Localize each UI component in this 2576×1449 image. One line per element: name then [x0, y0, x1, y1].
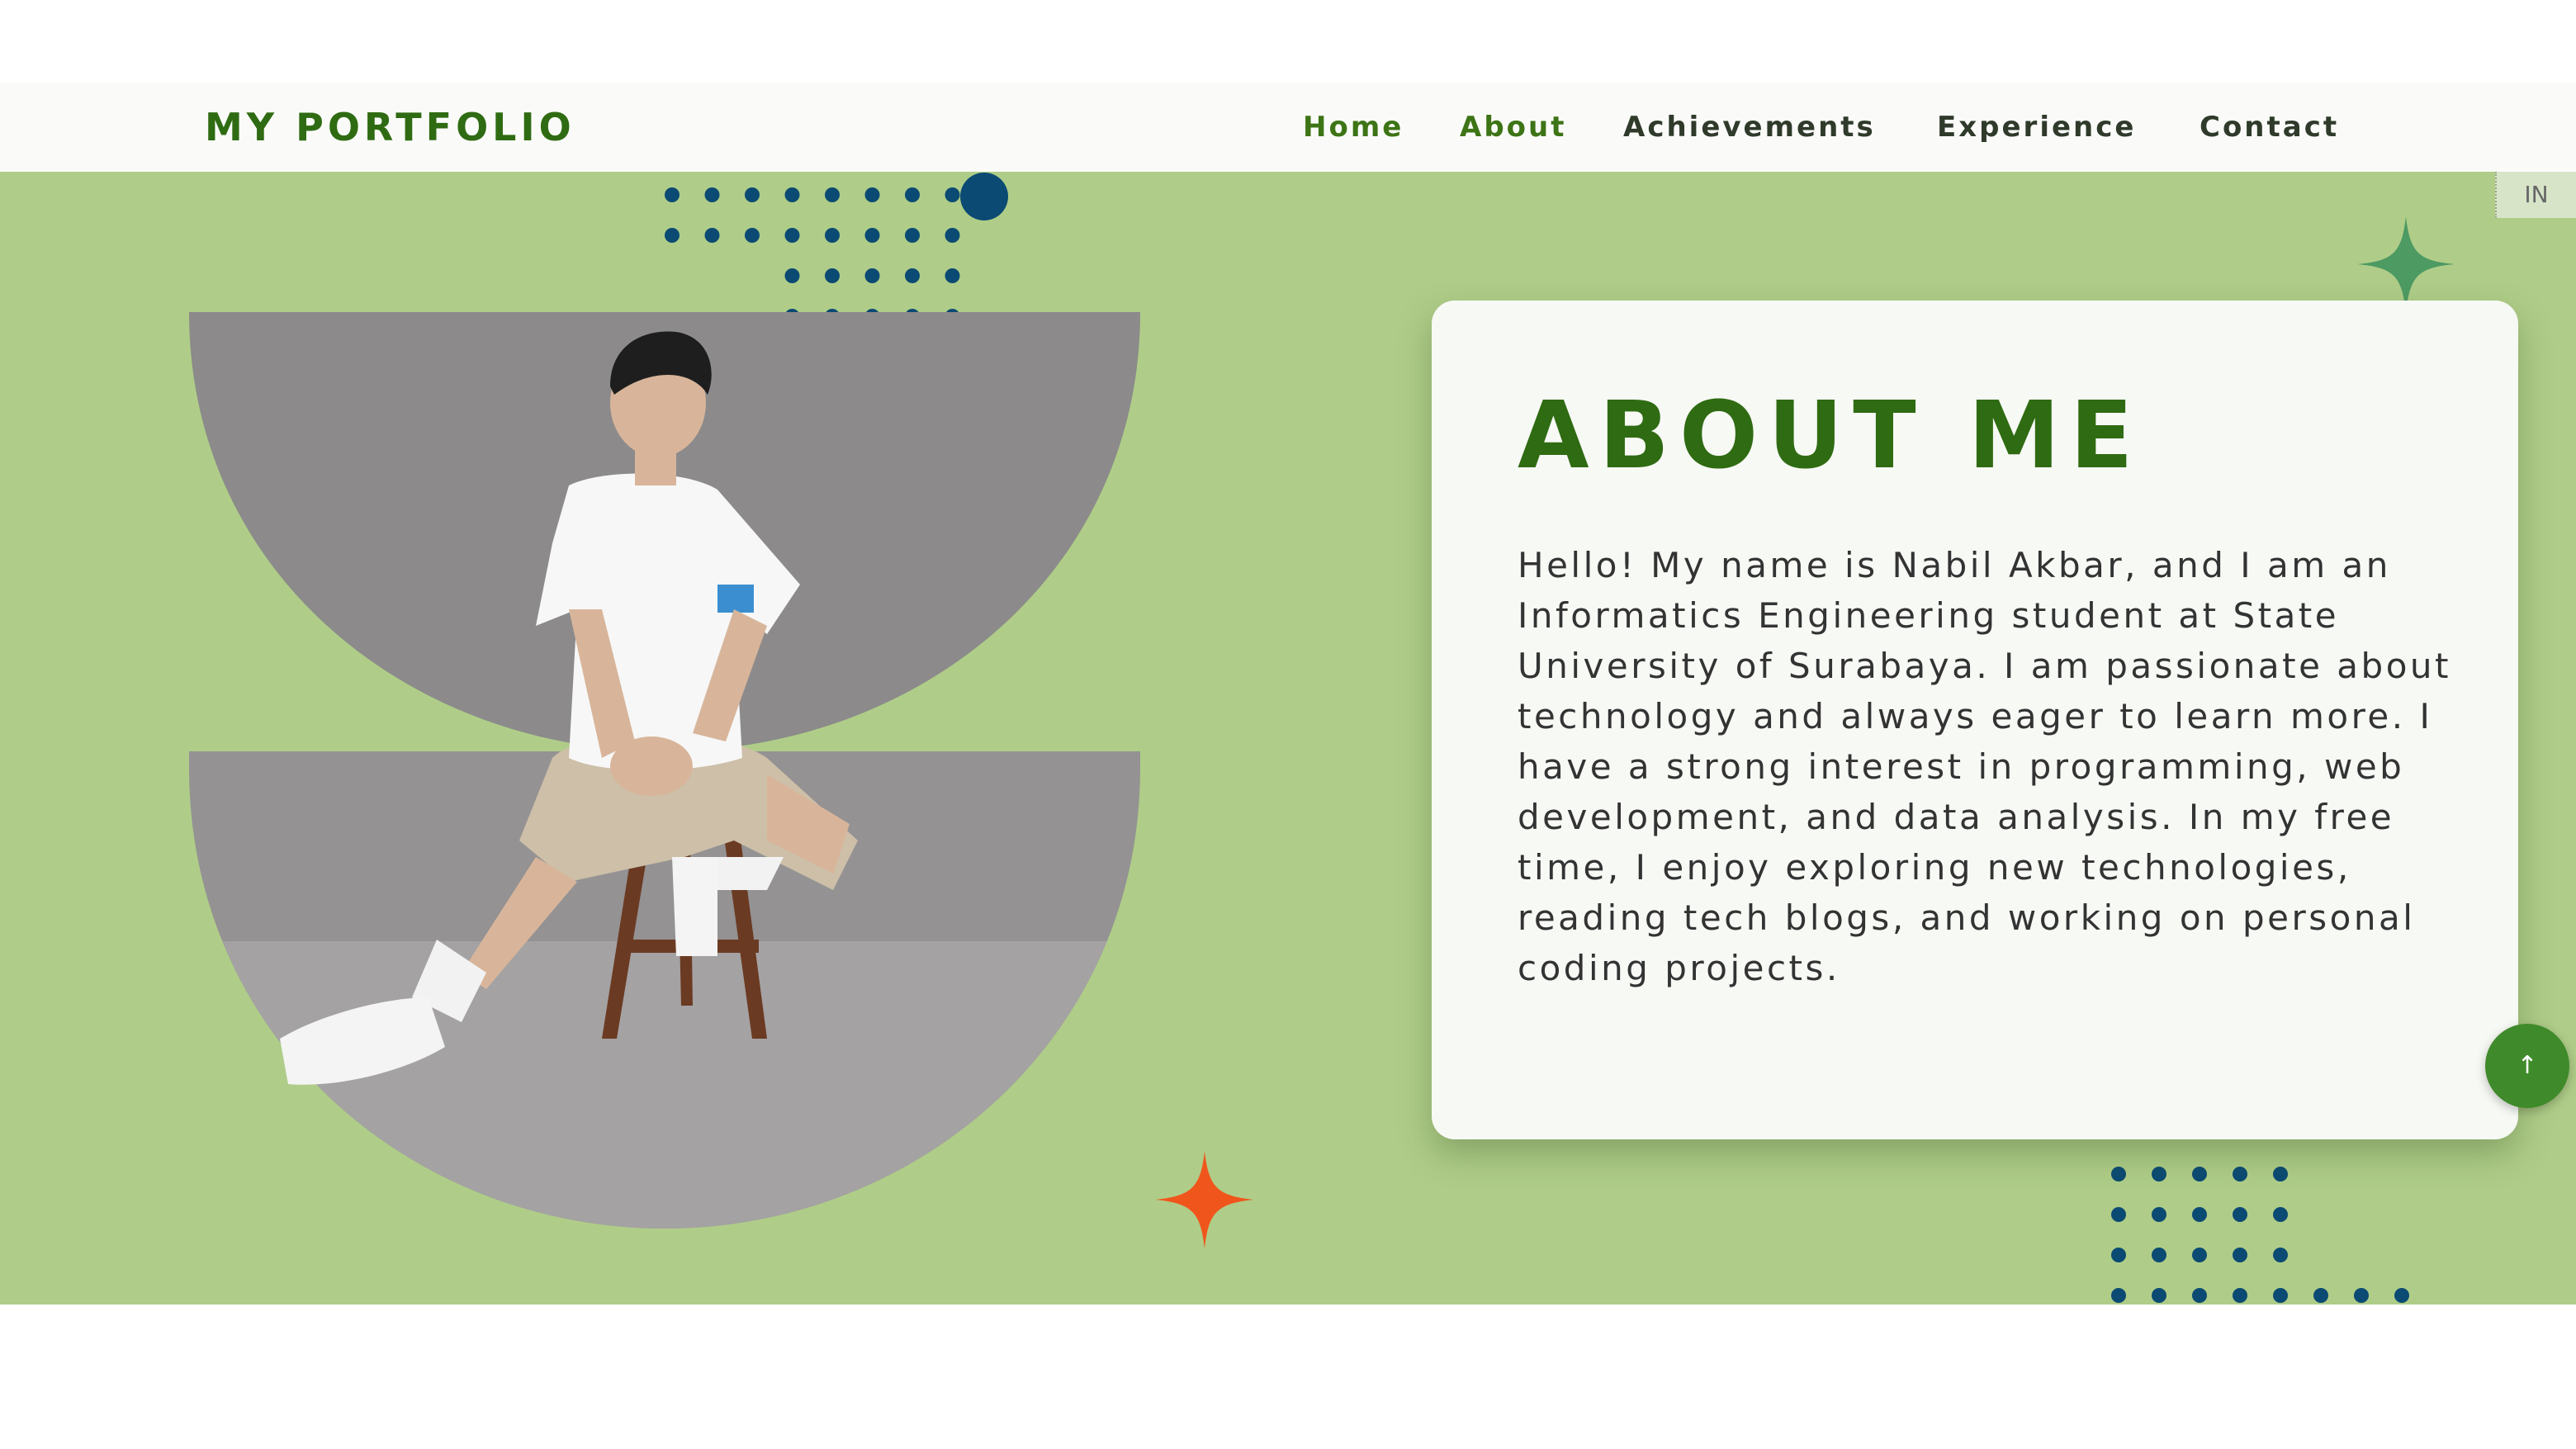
orange-star-icon: [1156, 1151, 1253, 1248]
pattern-dot: [745, 228, 760, 243]
pattern-dot: [784, 268, 800, 283]
language-toggle[interactable]: IN: [2495, 172, 2576, 218]
nav-about[interactable]: About: [1460, 99, 1566, 155]
pattern-dot: [2192, 1288, 2207, 1303]
pattern-dot: [2233, 1207, 2247, 1222]
pattern-dot: [2192, 1167, 2207, 1181]
about-section: ABOUT ME Hello! My name is Nabil Akbar, …: [0, 172, 2576, 1305]
dot-pattern-bottom: [2111, 1167, 2409, 1303]
pattern-dot: [864, 228, 880, 243]
nav-achievements[interactable]: Achievements: [1623, 99, 1876, 155]
pattern-dot: [2111, 1207, 2126, 1222]
dot-pattern-accent-circle: [960, 173, 1008, 220]
pattern-dot: [784, 228, 800, 243]
pattern-dot: [704, 187, 720, 202]
pattern-dot: [905, 228, 920, 243]
profile-photo: [189, 312, 1140, 1237]
scroll-to-top-button[interactable]: ↑: [2485, 1024, 2569, 1108]
pattern-dot: [864, 187, 880, 202]
about-card: ABOUT ME Hello! My name is Nabil Akbar, …: [1432, 301, 2518, 1139]
pattern-dot: [2233, 1167, 2247, 1181]
pattern-dot: [2273, 1207, 2288, 1222]
pattern-dot: [665, 228, 680, 243]
pattern-dot: [2152, 1248, 2166, 1262]
pattern-dot: [825, 187, 840, 202]
pattern-dot: [704, 228, 720, 243]
pattern-dot: [784, 187, 800, 202]
pattern-dot: [864, 268, 880, 283]
pattern-dot: [2152, 1167, 2166, 1181]
nav-home[interactable]: Home: [1303, 99, 1404, 155]
about-description: Hello! My name is Nabil Akbar, and I am …: [1518, 545, 2451, 988]
pattern-dot: [945, 187, 960, 202]
pattern-dot: [2354, 1288, 2369, 1303]
pattern-dot: [2152, 1207, 2166, 1222]
pattern-dot: [945, 268, 960, 283]
pattern-dot: [2273, 1248, 2288, 1262]
pattern-dot: [2192, 1248, 2207, 1262]
person-illustration: [280, 331, 858, 1085]
pattern-dot: [825, 228, 840, 243]
pattern-dot: [2394, 1288, 2409, 1303]
site-header: MY PORTFOLIO Home About Achievements Exp…: [0, 83, 2576, 172]
pattern-dot: [945, 228, 960, 243]
pattern-dot: [825, 268, 840, 283]
nav-experience[interactable]: Experience: [1937, 99, 2136, 155]
pattern-dot: [2233, 1288, 2247, 1303]
pattern-dot: [665, 187, 680, 202]
pattern-dot: [2111, 1248, 2126, 1262]
pattern-dot: [2273, 1167, 2288, 1181]
about-title: ABOUT ME: [1518, 382, 2143, 490]
pattern-dot: [2192, 1207, 2207, 1222]
pattern-dot: [905, 268, 920, 283]
pattern-dot: [2273, 1288, 2288, 1303]
pattern-dot: [2152, 1288, 2166, 1303]
pattern-dot: [2111, 1167, 2126, 1181]
pattern-dot: [745, 187, 760, 202]
pattern-dot: [2233, 1248, 2247, 1262]
pattern-dot: [905, 187, 920, 202]
pattern-dot: [2111, 1288, 2126, 1303]
nav-contact[interactable]: Contact: [2200, 99, 2339, 155]
brand-logo[interactable]: MY PORTFOLIO: [205, 99, 575, 155]
green-star-icon: [2357, 216, 2455, 312]
pattern-dot: [2313, 1288, 2328, 1303]
